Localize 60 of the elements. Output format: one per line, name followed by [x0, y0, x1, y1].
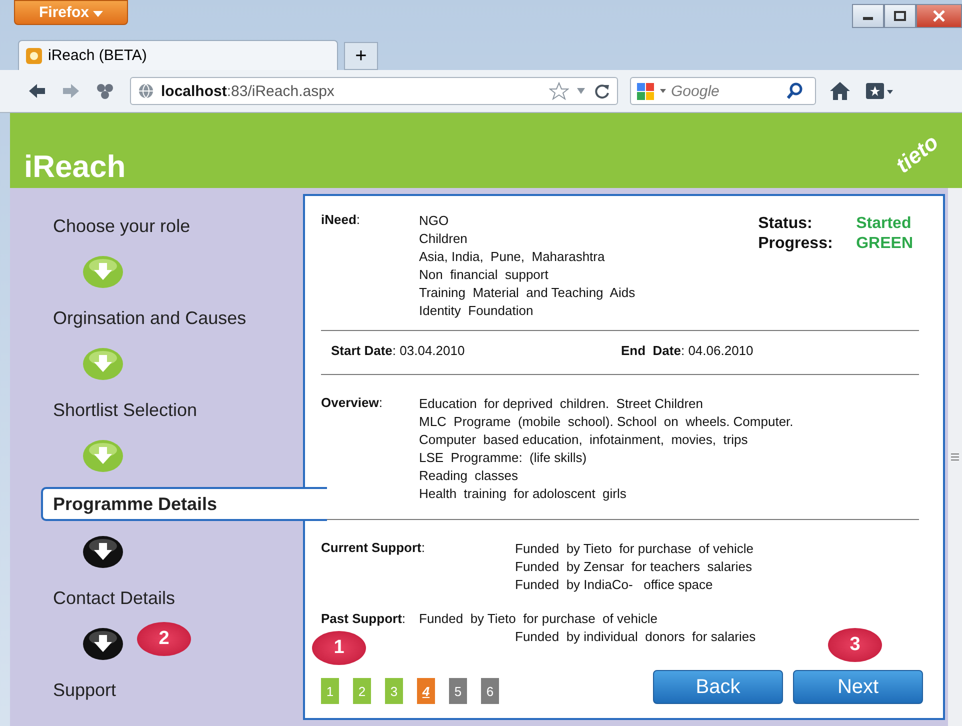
- status-value: Started: [856, 214, 912, 234]
- page-link[interactable]: 6: [481, 678, 499, 704]
- step-item[interactable]: Choose your role: [10, 214, 303, 238]
- field-value: LSE Programme: (life skills): [419, 449, 588, 467]
- globe-icon: [137, 82, 155, 100]
- field-value: Reading classes: [419, 467, 519, 485]
- nav-button[interactable]: Next: [793, 670, 923, 704]
- step-item[interactable]: Contact Details: [10, 586, 303, 610]
- field-label: Overview:: [321, 395, 384, 412]
- step-item[interactable]: Orginsation and Causes: [10, 306, 303, 330]
- addon-icon[interactable]: [94, 81, 116, 101]
- step-item[interactable]: Support: [10, 678, 303, 702]
- field-value: Identity Foundation: [419, 302, 534, 320]
- search-icon[interactable]: [786, 82, 804, 100]
- field-value: Funded by Tieto for purchase of vehicle: [419, 610, 658, 628]
- maximize-icon: [893, 10, 907, 22]
- field-value: Health training for adoloscent girls: [419, 485, 628, 503]
- field-value: Funded by IndiaCo- office space: [515, 576, 714, 594]
- status-value: GREEN: [856, 234, 913, 254]
- close-button[interactable]: [916, 4, 962, 28]
- grip-icon: [951, 453, 959, 461]
- field-label: Past Support:: [321, 610, 407, 628]
- field-label: iNeed:: [321, 212, 362, 229]
- star-icon[interactable]: [549, 82, 569, 100]
- status-label: Status:: [758, 214, 814, 234]
- nav-button[interactable]: Back: [653, 670, 783, 704]
- date-field: End Date: 04.06.2010: [621, 343, 911, 358]
- field-value: Children: [419, 230, 468, 248]
- field-value: Funded by individual donors for salaries: [515, 628, 756, 646]
- field-value: Training Material and Teaching Aids: [419, 284, 636, 302]
- field-value: Education for deprived children. Street Children: [419, 395, 704, 413]
- status-label: Progress:: [758, 234, 834, 254]
- step-item[interactable]: Programme Details: [41, 487, 327, 521]
- search-field[interactable]: Google: [630, 77, 816, 105]
- field-value: Computer based education, infotainment, movies, trips: [419, 431, 749, 449]
- new-tab-button[interactable]: +: [344, 42, 378, 70]
- field-value: Asia, India, Pune, Maharashtra: [419, 248, 606, 266]
- reload-icon[interactable]: [593, 82, 611, 100]
- field-value: Funded by Zensar for teachers salaries: [515, 558, 754, 576]
- address-field[interactable]: localhost:83/iReach.aspx: [130, 77, 618, 105]
- field-value: NGO: [419, 212, 450, 230]
- step-item[interactable]: Shortlist Selection: [10, 398, 303, 422]
- logo: tieto: [890, 129, 944, 179]
- caret-icon: [93, 11, 104, 17]
- app-title: iReach: [24, 149, 126, 185]
- field-label: Current Support:: [321, 540, 426, 555]
- browser-tab[interactable]: iReach (BETA): [18, 40, 338, 70]
- page-link[interactable]: 5: [449, 678, 467, 704]
- caret-icon: [660, 89, 666, 93]
- bookmarks-icon[interactable]: [864, 80, 894, 102]
- search-engine-icon[interactable]: [635, 81, 657, 101]
- field-value: Non financial support: [419, 266, 550, 284]
- date-field: Start Date: 03.04.2010: [331, 343, 621, 358]
- field-value: Funded by Tieto for purchase of vehicle: [515, 540, 754, 558]
- home-icon[interactable]: [828, 80, 852, 102]
- minimize-button[interactable]: [852, 4, 884, 28]
- close-icon: [932, 10, 946, 22]
- maximize-button[interactable]: [884, 4, 916, 28]
- favicon-icon: [25, 46, 43, 64]
- field-value: MLC Programe (mobile school). School on wheels. Computer.: [419, 413, 794, 431]
